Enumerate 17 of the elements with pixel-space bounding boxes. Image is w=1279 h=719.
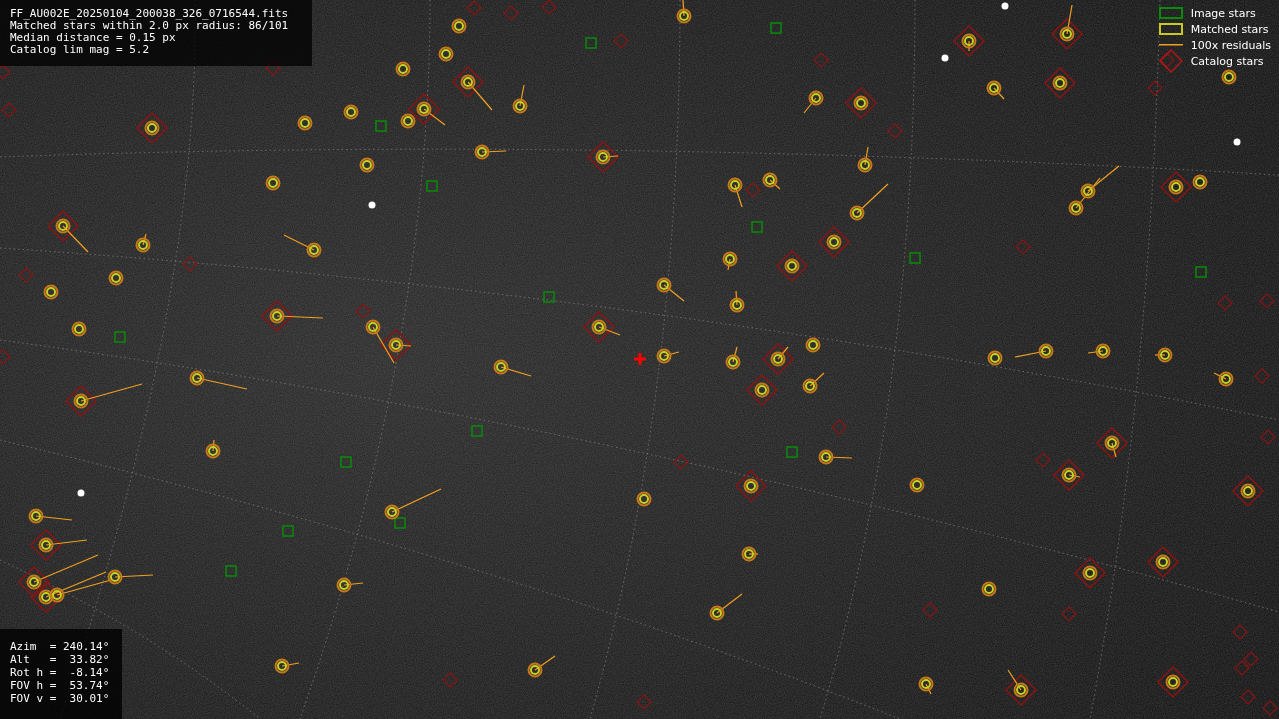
- pointing-text: FOV v = 30.01°: [10, 693, 111, 705]
- pointing-text: Alt = 33.82°: [10, 654, 111, 666]
- legend-label: Image stars: [1190, 6, 1256, 20]
- square-marker-icon: [1158, 7, 1183, 19]
- pointing-text: Azim = 240.14°: [10, 641, 111, 653]
- pointing-text: FOV h = 53.74°: [10, 680, 111, 692]
- info-text: FF_AU002E_20250104_200038_326_0716544.fits: [10, 8, 290, 20]
- residual-line-icon: [1158, 44, 1183, 46]
- info-text: Catalog lim mag = 5.2: [10, 44, 151, 56]
- legend-label: Catalog stars: [1190, 54, 1264, 68]
- legend-label: 100x residuals: [1190, 38, 1271, 52]
- ring-marker-icon: [1158, 23, 1183, 35]
- pointing-text: Rot h = -8.14°: [10, 667, 111, 679]
- diamond-marker-icon: [1158, 49, 1183, 73]
- legend-label: Matched stars: [1190, 22, 1269, 36]
- info-text: Median distance = 0.15 px: [10, 32, 177, 44]
- info-text: Matched stars within 2.0 px radius: 86/101: [10, 20, 290, 32]
